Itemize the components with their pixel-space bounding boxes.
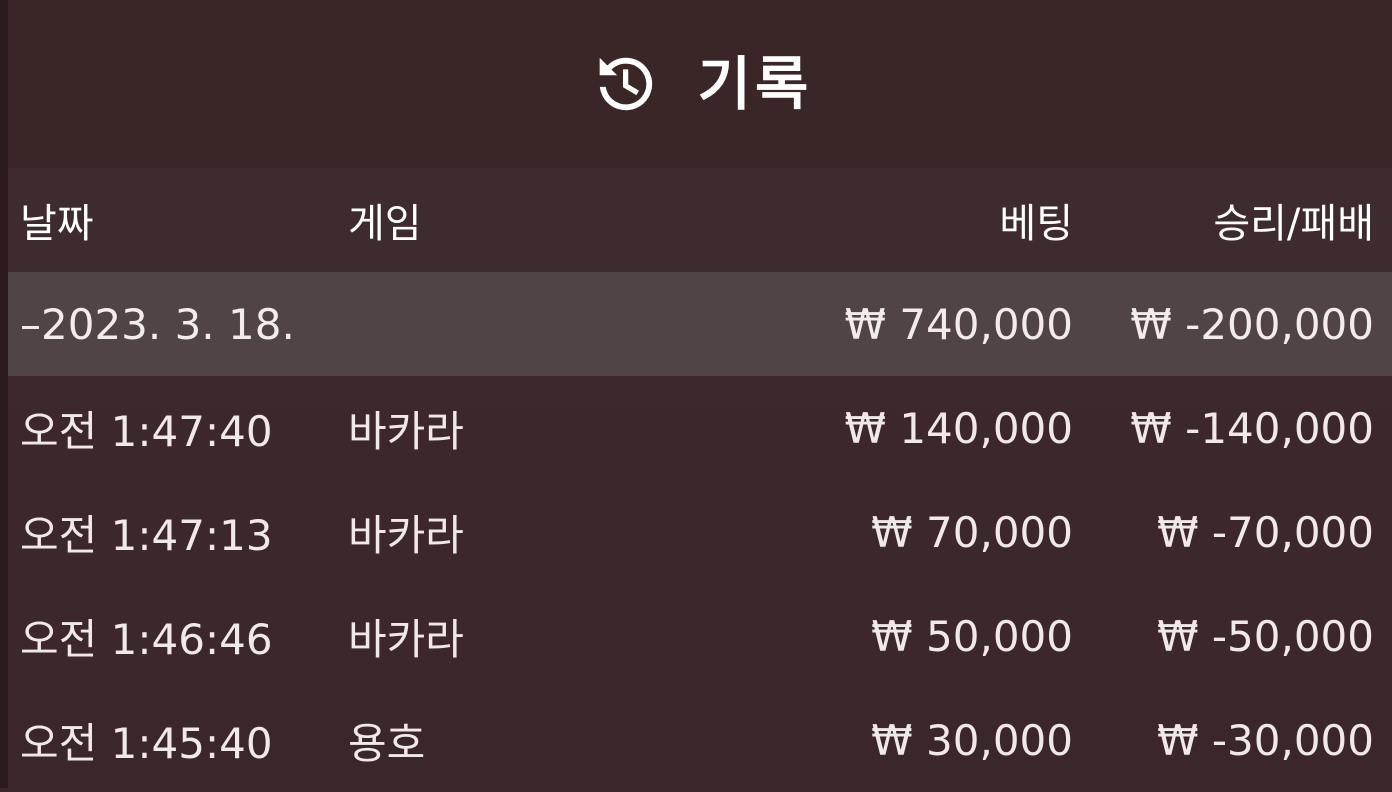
row-result: ₩ -30,000 — [1157, 715, 1374, 765]
row-bet: ₩ 140,000 — [844, 403, 1073, 453]
date-group-row[interactable]: –2023. 3. 18. ₩ 740,000 ₩ -200,000 — [8, 272, 1392, 376]
column-bet: 베팅 — [999, 201, 1073, 247]
history-table: 날짜 게임 베팅 승리/패배 –2023. 3. 18. ₩ 740,000 ₩… — [8, 168, 1392, 792]
row-time: 오전 1:47:13 — [20, 510, 273, 560]
row-bet: ₩ 50,000 — [871, 611, 1073, 661]
row-game: 바카라 — [348, 510, 464, 560]
row-game: 바카라 — [348, 614, 464, 664]
history-header: 기록 — [8, 0, 1392, 168]
row-time: 오전 1:46:46 — [20, 614, 273, 664]
history-screen: 기록 날짜 게임 베팅 승리/패배 –2023. 3. 18. ₩ 740,00… — [0, 0, 1392, 788]
table-row[interactable]: 오전 1:47:40 바카라 ₩ 140,000 ₩ -140,000 — [8, 376, 1392, 480]
group-bet-total: ₩ 740,000 — [844, 299, 1073, 349]
row-game: 바카라 — [348, 406, 464, 456]
row-time: 오전 1:47:40 — [20, 406, 273, 456]
table-row[interactable]: 오전 1:45:40 용호 ₩ 30,000 ₩ -30,000 — [8, 688, 1392, 792]
group-result-total: ₩ -200,000 — [1130, 299, 1374, 349]
row-result: ₩ -140,000 — [1130, 403, 1374, 453]
row-bet: ₩ 30,000 — [871, 715, 1073, 765]
row-bet: ₩ 70,000 — [871, 507, 1073, 557]
table-row[interactable]: 오전 1:47:13 바카라 ₩ 70,000 ₩ -70,000 — [8, 480, 1392, 584]
row-game: 용호 — [348, 718, 426, 768]
row-result: ₩ -70,000 — [1157, 507, 1374, 557]
column-game: 게임 — [348, 201, 422, 247]
column-date: 날짜 — [20, 201, 94, 247]
page-title: 기록 — [697, 50, 813, 118]
table-header-row: 날짜 게임 베팅 승리/패배 — [8, 168, 1392, 272]
table-row[interactable]: 오전 1:46:46 바카라 ₩ 50,000 ₩ -50,000 — [8, 584, 1392, 688]
column-result: 승리/패배 — [1213, 201, 1374, 247]
row-time: 오전 1:45:40 — [20, 718, 273, 768]
row-result: ₩ -50,000 — [1157, 611, 1374, 661]
history-icon — [588, 49, 658, 119]
group-date: –2023. 3. 18. — [20, 299, 295, 349]
left-edge — [0, 0, 8, 788]
